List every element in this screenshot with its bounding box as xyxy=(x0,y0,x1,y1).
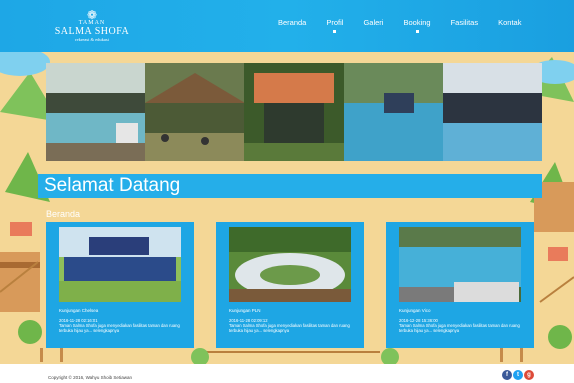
nav-label: Booking xyxy=(403,18,431,27)
card-title: Kunjungan Chelsea xyxy=(59,308,99,313)
news-card[interactable]: Kunjungan PLN 2016-11-28 02:09:12 Taman … xyxy=(216,222,364,348)
hero-gallery[interactable] xyxy=(46,63,543,161)
nav-label: Kontak xyxy=(498,18,522,27)
site-footer: Copyright © 2016, Wahyu Shoib Setiawan f… xyxy=(0,364,574,383)
hero-photo-4 xyxy=(343,63,443,161)
card-text: Taman Salma Shofa juga menyediakan fasil… xyxy=(399,323,520,333)
facebook-icon[interactable]: f xyxy=(502,370,512,380)
nav-label: Profil xyxy=(326,18,344,27)
card-text: Taman Salma Shofa juga menyediakan fasil… xyxy=(59,323,180,333)
main-nav: Beranda Profil Galeri Booking Fasilitas … xyxy=(278,18,541,33)
card-excerpt: 2016-12-28 15:36:00 Taman Salma Shofa ju… xyxy=(399,318,523,333)
hero-photo-3 xyxy=(244,63,344,161)
card-photo xyxy=(399,227,521,302)
news-card[interactable]: Kunjungan Vico 2016-12-28 15:36:00 Taman… xyxy=(386,222,534,348)
page: ❁ TAMAN SALMA SHOFA rekreasi & edukasi B… xyxy=(0,0,574,383)
nav-item-beranda[interactable]: Beranda xyxy=(278,18,306,27)
hero-photo-2 xyxy=(145,63,245,161)
welcome-banner: Selamat Datang xyxy=(38,174,542,198)
copyright-text: Copyright © 2016, Wahyu Shoib Setiawan xyxy=(48,375,132,380)
dropdown-indicator-icon xyxy=(333,30,337,33)
twitter-icon[interactable]: t xyxy=(513,370,523,380)
logo-flower-icon: ❁ xyxy=(86,8,98,22)
card-photo xyxy=(229,227,351,302)
card-text: Taman Salma Shofa juga menyediakan fasil… xyxy=(229,323,350,333)
card-title: Kunjungan PLN xyxy=(229,308,261,313)
nav-item-galeri[interactable]: Galeri xyxy=(363,18,383,27)
nav-item-profil[interactable]: Profil xyxy=(326,18,344,33)
card-excerpt: 2016-11-28 02:09:12 Taman Salma Shofa ju… xyxy=(229,318,353,333)
dropdown-indicator-icon xyxy=(415,30,419,33)
welcome-heading: Selamat Datang xyxy=(44,175,181,196)
nav-item-booking[interactable]: Booking xyxy=(403,18,431,33)
logo-line-2: SALMA SHOFA xyxy=(54,26,130,37)
news-card[interactable]: Kunjungan Chelsea 2016-11-28 02:16:01 Ta… xyxy=(46,222,194,348)
logo-tagline: rekreasi & edukasi xyxy=(75,37,109,42)
hero-photo-1 xyxy=(46,63,146,161)
nav-label: Galeri xyxy=(363,18,384,27)
section-heading: Beranda xyxy=(46,209,81,219)
site-header: ❁ TAMAN SALMA SHOFA rekreasi & edukasi B… xyxy=(0,0,574,52)
card-excerpt: 2016-11-28 02:16:01 Taman Salma Shofa ju… xyxy=(59,318,183,333)
google-plus-icon[interactable]: g xyxy=(524,370,534,380)
hero-photo-5 xyxy=(442,63,543,161)
nav-item-fasilitas[interactable]: Fasilitas xyxy=(451,18,479,27)
site-logo[interactable]: ❁ TAMAN SALMA SHOFA rekreasi & edukasi xyxy=(44,8,140,43)
card-title: Kunjungan Vico xyxy=(399,308,431,313)
nav-label: Beranda xyxy=(278,18,307,27)
social-links: f t g xyxy=(502,370,534,380)
nav-item-kontak[interactable]: Kontak xyxy=(498,18,521,27)
card-photo xyxy=(59,227,181,302)
nav-label: Fasilitas xyxy=(450,18,479,27)
